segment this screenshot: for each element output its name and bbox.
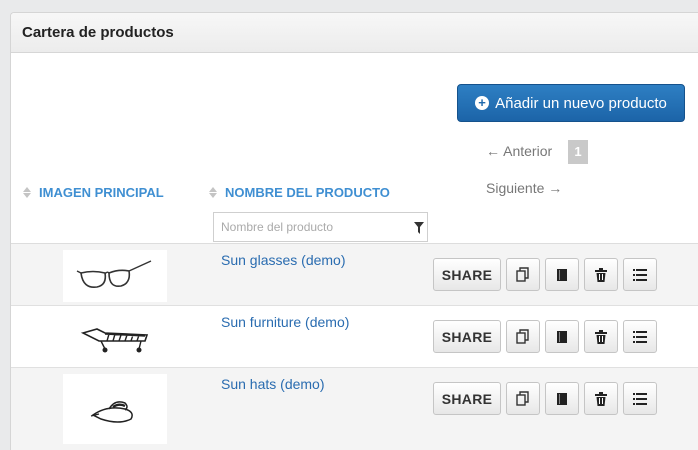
delete-button[interactable]	[584, 382, 618, 415]
details-button[interactable]	[623, 258, 657, 291]
column-header-main-image[interactable]: IMAGEN PRINCIPAL	[23, 185, 164, 200]
sun-hat-sketch-icon	[90, 401, 133, 423]
product-name-link[interactable]: Sun glasses (demo)	[221, 252, 346, 268]
duplicate-button[interactable]	[506, 320, 540, 353]
delete-button[interactable]	[584, 258, 618, 291]
copy-icon	[516, 328, 529, 344]
details-button[interactable]	[623, 382, 657, 415]
trash-icon	[595, 329, 607, 344]
book-icon	[557, 392, 567, 405]
sort-icon	[23, 187, 31, 198]
view-button[interactable]	[545, 320, 579, 353]
pagination-previous[interactable]: ← Anterior	[486, 143, 552, 159]
view-button[interactable]	[545, 382, 579, 415]
product-image-sunglasses[interactable]	[63, 250, 167, 302]
product-name-filter-input[interactable]	[213, 212, 428, 242]
book-icon	[557, 330, 567, 343]
table-row: Sun hats (demo) SHARE	[11, 368, 698, 450]
delete-button[interactable]	[584, 320, 618, 353]
book-icon	[557, 268, 567, 281]
add-product-button[interactable]: + Añadir un nuevo producto	[457, 84, 685, 122]
sun-lounger-sketch-icon	[80, 328, 149, 353]
list-icon	[633, 330, 647, 343]
row-actions: SHARE	[433, 382, 657, 415]
column-header-product-name[interactable]: NOMBRE DEL PRODUCTO	[209, 185, 390, 200]
copy-icon	[516, 266, 529, 282]
filter-funnel-icon[interactable]	[414, 221, 424, 239]
plus-circle-icon: +	[475, 96, 490, 110]
list-icon	[633, 268, 647, 281]
sort-icon	[209, 187, 217, 198]
view-button[interactable]	[545, 258, 579, 291]
duplicate-button[interactable]	[506, 382, 540, 415]
product-name-link[interactable]: Sun furniture (demo)	[221, 314, 349, 330]
share-button[interactable]: SHARE	[433, 320, 501, 353]
sunglasses-sketch-icon	[76, 260, 152, 289]
product-name-link[interactable]: Sun hats (demo)	[221, 376, 325, 392]
copy-icon	[516, 390, 529, 406]
pagination-current-page[interactable]: 1	[568, 140, 588, 164]
row-actions: SHARE	[433, 320, 657, 353]
row-actions: SHARE	[433, 258, 657, 291]
table-row: Sun furniture (demo) SHARE	[11, 306, 698, 368]
product-image-sun-furniture[interactable]	[63, 312, 167, 364]
duplicate-button[interactable]	[506, 258, 540, 291]
trash-icon	[595, 267, 607, 282]
product-portfolio-panel: Cartera de productos + Añadir un nuevo p…	[10, 12, 698, 450]
column-header-label: NOMBRE DEL PRODUCTO	[225, 185, 390, 200]
trash-icon	[595, 391, 607, 406]
pagination-next[interactable]: Siguiente →	[486, 180, 562, 196]
details-button[interactable]	[623, 320, 657, 353]
panel-title: Cartera de productos	[11, 13, 698, 53]
table-row: Sun glasses (demo) SHARE	[11, 244, 698, 306]
add-product-label: Añadir un nuevo producto	[495, 94, 667, 112]
share-button[interactable]: SHARE	[433, 382, 501, 415]
product-image-sun-hat[interactable]	[63, 374, 167, 444]
column-header-label: IMAGEN PRINCIPAL	[39, 185, 164, 200]
share-button[interactable]: SHARE	[433, 258, 501, 291]
list-icon	[633, 392, 647, 405]
